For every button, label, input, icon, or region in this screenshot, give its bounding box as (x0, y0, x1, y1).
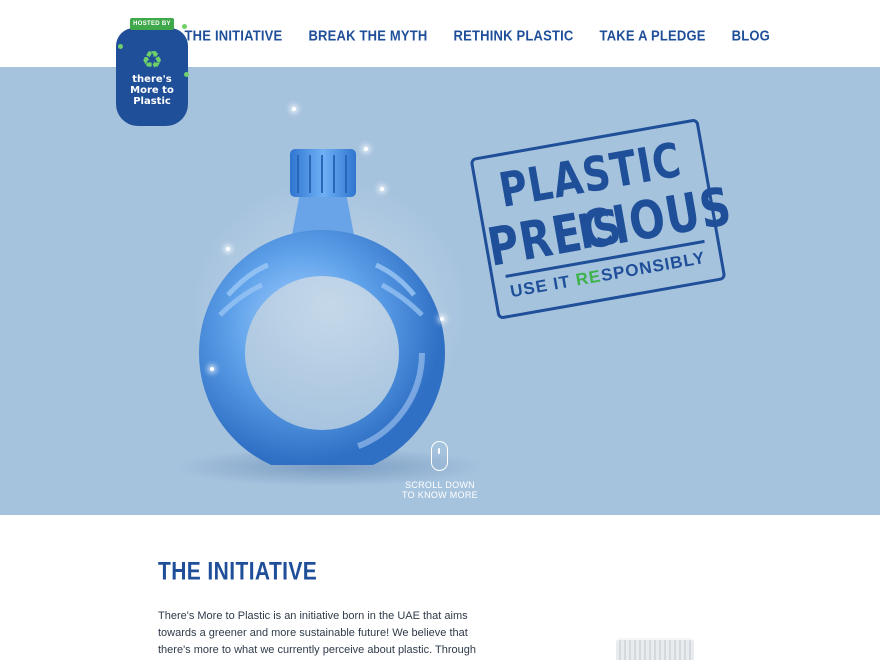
logo-text: there's More to Plastic (120, 74, 184, 107)
mouse-scroll-icon[interactable] (431, 441, 448, 471)
logo-dot-decoration (184, 72, 189, 77)
mouse-wheel (438, 448, 440, 454)
scroll-down-hint[interactable]: SCROLL DOWN TO KNOW MORE (380, 480, 500, 500)
nav-break-the-myth[interactable]: BREAK THE MYTH (308, 27, 427, 44)
scroll-hint-line-2: TO KNOW MORE (402, 490, 478, 500)
logo-dot-decoration (182, 24, 187, 29)
sparkle (380, 187, 384, 191)
logo-jar-neck (130, 28, 174, 42)
recycle-icon: ♻ (141, 47, 163, 74)
logo-dot-decoration (118, 44, 123, 49)
nav-blog[interactable]: BLOG (732, 27, 770, 44)
initiative-body: There's More to Plastic is an initiative… (158, 610, 477, 656)
nav-rethink-plastic[interactable]: RETHINK PLASTIC (454, 27, 574, 44)
sparkle (292, 107, 296, 111)
stamp-tagline-accent: RE (574, 266, 603, 290)
logo-text-line-3: Plastic (133, 96, 171, 107)
initiative-title: THE INITIATIVE (158, 558, 318, 586)
site-logo[interactable]: HOSTED BY ♻ there's More to Plastic (116, 18, 192, 130)
main-nav: THE INITIATIVE BREAK THE MYTH RETHINK PL… (159, 27, 770, 44)
bottle-cap-image (616, 638, 694, 660)
logo-text-line-1: there's (132, 74, 172, 85)
nav-the-initiative[interactable]: THE INITIATIVE (185, 27, 283, 44)
hero-banner: PLASTIC IS PRECIOUS USE IT RESPONSIBLY S… (0, 67, 880, 515)
sparkle (440, 317, 444, 321)
sparkle (226, 247, 230, 251)
logo-text-line-2: More to (130, 85, 174, 96)
nav-take-a-pledge[interactable]: TAKE A PLEDGE (600, 27, 706, 44)
bottle-ring-image (199, 149, 445, 465)
sparkle (364, 147, 368, 151)
scroll-hint-line-1: SCROLL DOWN (405, 480, 475, 490)
logo-badge: HOSTED BY (130, 18, 174, 30)
plastic-is-precious-stamp: PLASTIC IS PRECIOUS USE IT RESPONSIBLY (469, 118, 736, 320)
sparkle (210, 367, 214, 371)
